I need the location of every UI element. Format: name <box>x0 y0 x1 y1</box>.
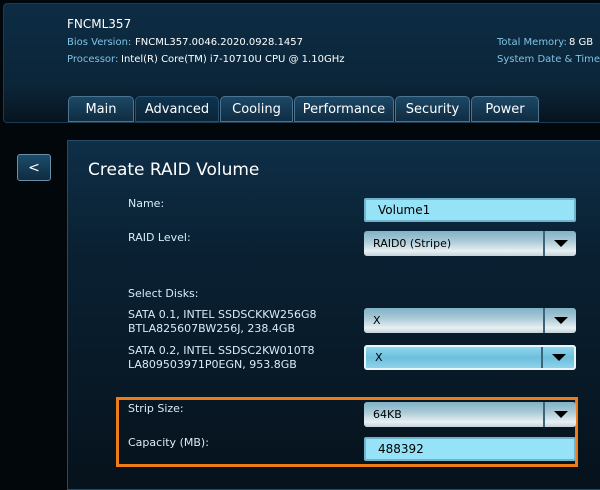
raid-level-select[interactable]: RAID0 (Stripe) <box>364 231 576 256</box>
raid-level-label: RAID Level: <box>128 231 191 244</box>
disk-1-select[interactable]: X <box>364 308 576 333</box>
name-input[interactable]: Volume1 <box>364 198 576 222</box>
strip-size-label: Strip Size: <box>128 402 184 415</box>
datetime-label: System Date & Time: <box>497 54 600 65</box>
chevron-down-icon[interactable] <box>543 402 576 427</box>
memory-label: Total Memory: <box>497 37 567 48</box>
model-name: FNCML357 <box>67 17 132 31</box>
disk-2-value: X <box>375 351 383 364</box>
disk-2-line2: LA809503971P0EGN, 953.8GB <box>128 358 297 371</box>
raid-level-value: RAID0 (Stripe) <box>373 237 452 250</box>
memory-value: 8 GB <box>569 37 594 48</box>
strip-size-select[interactable]: 64KB <box>364 402 576 427</box>
tab-main[interactable]: Main <box>68 96 134 122</box>
tab-power[interactable]: Power <box>471 96 539 122</box>
processor-label: Processor: <box>67 54 119 65</box>
bios-value: FNCML357.0046.2020.0928.1457 <box>135 37 304 48</box>
chevron-down-icon[interactable] <box>543 231 576 256</box>
tab-advanced[interactable]: Advanced <box>135 96 219 122</box>
tab-bar: Main Advanced Cooling Performance Securi… <box>68 96 540 122</box>
disk-2-info: SATA 0.2, INTEL SSDSC2KW010T8 LA809503971… <box>128 344 315 372</box>
disk-1-line2: BTLA825607BW256J, 238.4GB <box>128 322 295 335</box>
select-disks-label: Select Disks: <box>128 287 199 300</box>
back-button[interactable]: < <box>17 154 51 181</box>
processor-value: Intel(R) Core(TM) i7-10710U CPU @ 1.10GH… <box>121 54 345 65</box>
page-title: Create RAID Volume <box>88 160 260 180</box>
tab-cooling[interactable]: Cooling <box>220 96 293 122</box>
disk-2-line1: SATA 0.2, INTEL SSDSC2KW010T8 <box>128 344 315 357</box>
strip-size-value: 64KB <box>373 408 402 421</box>
chevron-down-icon[interactable] <box>541 347 574 368</box>
disk-1-value: X <box>373 314 381 327</box>
chevron-down-icon[interactable] <box>543 308 576 333</box>
bios-label: Bios Version: <box>67 37 132 48</box>
capacity-input[interactable]: 488392 <box>364 437 576 461</box>
capacity-label: Capacity (MB): <box>128 436 209 449</box>
disk-1-info: SATA 0.1, INTEL SSDSCKKW256G8 BTLA825607B… <box>128 308 317 336</box>
disk-1-line1: SATA 0.1, INTEL SSDSCKKW256G8 <box>128 308 317 321</box>
disk-2-select[interactable]: X <box>364 345 576 370</box>
name-label: Name: <box>128 197 165 210</box>
tab-security[interactable]: Security <box>395 96 470 122</box>
tab-performance[interactable]: Performance <box>294 96 394 122</box>
